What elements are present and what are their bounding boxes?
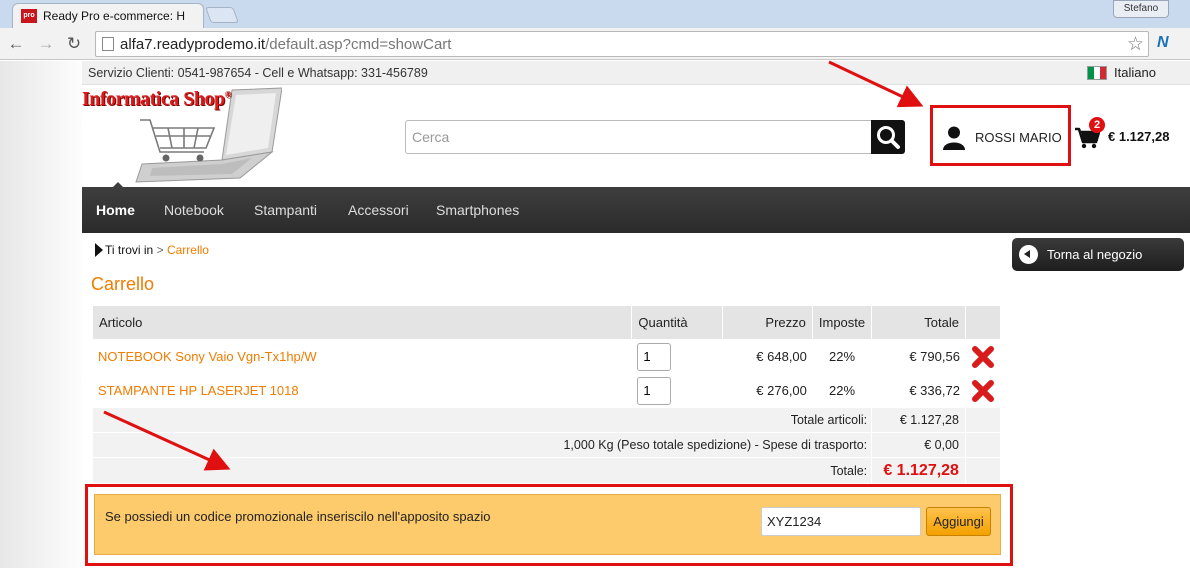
nav-item-stampanti[interactable]: Stampanti <box>254 202 317 218</box>
tax-cell: 22% <box>811 339 873 374</box>
promo-code-section: Se possiedi un codice promozionale inser… <box>94 494 1001 555</box>
user-account-button[interactable]: ROSSI MARIO <box>930 105 1071 166</box>
url-host: alfa7.readyprodemo.it <box>120 36 266 53</box>
breadcrumb-separator: > <box>156 243 164 257</box>
favicon-icon: pro <box>21 9 37 23</box>
nav-item-smartphones[interactable]: Smartphones <box>436 202 519 218</box>
col-qty: Quantità <box>631 305 724 340</box>
tax-cell: 22% <box>811 373 873 408</box>
search-button[interactable] <box>871 120 905 154</box>
logo-text: Informatica Shop® <box>82 88 231 110</box>
shop-logo[interactable]: Informatica Shop® <box>82 86 282 186</box>
back-arrow-icon[interactable]: ← <box>5 33 27 55</box>
page-side-shade <box>0 61 82 568</box>
price-cell: € 648,00 <box>722 339 813 374</box>
article-link[interactable]: NOTEBOOK Sony Vaio Vgn-Tx1hp/W <box>91 339 633 374</box>
cart-total-header[interactable]: € 1.127,28 <box>1108 129 1169 144</box>
search-icon <box>877 126 900 149</box>
breadcrumb-arrow-icon <box>95 243 103 257</box>
articles-total-row: Totale articoli: € 1.127,28 <box>91 407 1002 433</box>
profile-badge[interactable]: Stefano <box>1113 0 1169 18</box>
browser-toolbar: ← → ↻ alfa7.readyprodemo.it/default.asp?… <box>0 28 1190 60</box>
delete-icon[interactable] <box>971 379 995 403</box>
price-cell: € 276,00 <box>722 373 813 408</box>
bookmark-star-icon[interactable]: ☆ <box>1127 33 1144 56</box>
articles-total-label: Totale articoli: <box>91 407 873 433</box>
cart-header-row: Articolo Quantità Prezzo Imposte Totale <box>91 305 1002 340</box>
search-input[interactable] <box>405 120 871 154</box>
back-to-shop-label: Torna al negozio <box>1047 247 1143 262</box>
user-icon <box>943 126 965 150</box>
cart-count-badge: 2 <box>1089 117 1105 133</box>
total-cell: € 336,72 <box>871 373 966 408</box>
col-price: Prezzo <box>722 305 813 340</box>
cart-table: Articolo Quantità Prezzo Imposte Totale … <box>91 305 1002 484</box>
add-promo-button[interactable]: Aggiungi <box>926 507 991 536</box>
extension-icon[interactable]: N <box>1157 34 1169 52</box>
total-cell: € 790,56 <box>871 339 966 374</box>
main-nav: Home Notebook Stampanti Accessori Smartp… <box>82 187 1190 233</box>
col-tax: Imposte <box>811 305 873 340</box>
shipping-label-cell: 1,000 Kg (Peso totale spedizione) - Spes… <box>91 432 873 458</box>
nav-item-home[interactable]: Home <box>96 202 135 218</box>
page-icon <box>102 37 114 51</box>
url-text: alfa7.readyprodemo.it/default.asp?cmd=sh… <box>120 36 451 53</box>
new-tab-button[interactable] <box>205 7 239 23</box>
customer-service-text: Servizio Clienti: 0541-987654 - Cell e W… <box>88 66 428 80</box>
page-title: Carrello <box>91 274 155 294</box>
back-arrow-icon <box>1019 245 1038 264</box>
article-link[interactable]: STAMPANTE HP LASERJET 1018 <box>91 373 633 408</box>
user-name: ROSSI MARIO <box>975 130 1062 145</box>
table-row: STAMPANTE HP LASERJET 1018 € 276,00 22% … <box>91 373 1002 408</box>
quantity-input[interactable] <box>637 342 672 371</box>
promo-code-input[interactable] <box>761 507 921 536</box>
shipping-value: € 0,00 <box>871 432 966 458</box>
breadcrumb-current[interactable]: Carrello <box>167 243 209 257</box>
back-to-shop-button[interactable]: Torna al negozio <box>1012 238 1184 271</box>
col-delete <box>964 305 1002 340</box>
col-article: Articolo <box>91 305 633 340</box>
breadcrumb: Ti trovi in > Carrello <box>95 243 209 257</box>
address-bar[interactable]: alfa7.readyprodemo.it/default.asp?cmd=sh… <box>95 31 1149 57</box>
grand-total-value: € 1.127,28 <box>871 457 966 484</box>
promo-text: Se possiedi un codice promozionale inser… <box>105 509 491 524</box>
browser-tab-strip: pro Ready Pro e-commerce: H Stefano <box>0 0 1190 28</box>
weight-note: 1,000 Kg (Peso totale spedizione) - <box>563 438 759 452</box>
col-total: Totale <box>871 305 966 340</box>
nav-item-notebook[interactable]: Notebook <box>164 202 224 218</box>
table-row: NOTEBOOK Sony Vaio Vgn-Tx1hp/W € 648,00 … <box>91 339 1002 374</box>
url-path: /default.asp?cmd=showCart <box>265 36 452 53</box>
delete-icon[interactable] <box>971 345 995 369</box>
browser-tab[interactable]: pro Ready Pro e-commerce: H <box>12 3 204 28</box>
quantity-input[interactable] <box>637 376 672 405</box>
shipping-label: Spese di trasporto: <box>762 438 868 452</box>
grand-total-label: Totale: <box>91 457 873 484</box>
reload-icon[interactable]: ↻ <box>63 33 85 55</box>
language-selector[interactable]: Italiano <box>1114 65 1156 80</box>
breadcrumb-prefix: Ti trovi in <box>105 243 154 257</box>
italian-flag-icon[interactable] <box>1087 66 1107 80</box>
nav-item-accessori[interactable]: Accessori <box>348 202 409 218</box>
forward-arrow-icon[interactable]: → <box>35 33 57 55</box>
articles-total-value: € 1.127,28 <box>871 407 966 433</box>
info-bar: Servizio Clienti: 0541-987654 - Cell e W… <box>82 61 1190 85</box>
shipping-row: 1,000 Kg (Peso totale spedizione) - Spes… <box>91 432 1002 458</box>
tab-title: Ready Pro e-commerce: H <box>43 9 186 23</box>
grand-total-row: Totale: € 1.127,28 <box>91 457 1002 484</box>
